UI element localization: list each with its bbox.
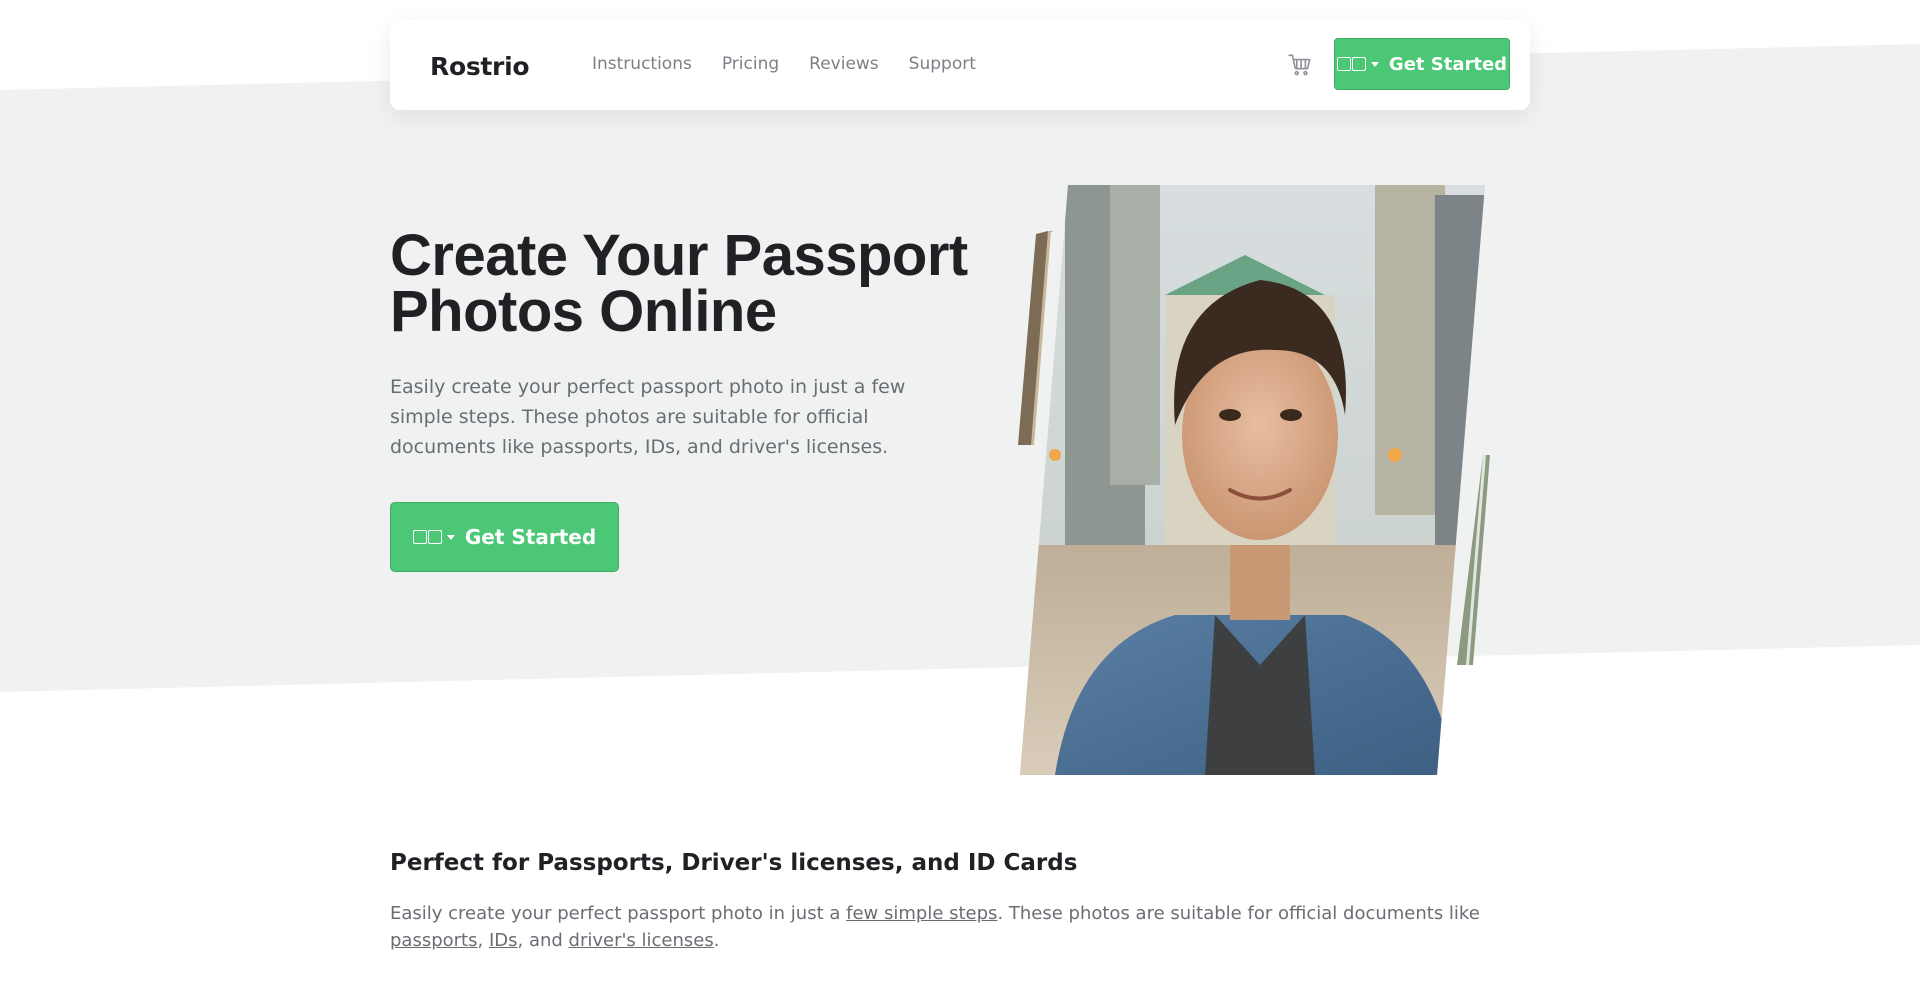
section-text-part: . These photos are suitable for official…	[997, 903, 1480, 924]
top-navbar: Rostrio Instructions Pricing Reviews Sup…	[390, 20, 1530, 110]
hero-subtitle: Easily create your perfect passport phot…	[390, 376, 906, 458]
ids-link[interactable]: IDs	[489, 930, 518, 951]
brand-logo[interactable]: Rostrio	[430, 52, 530, 81]
nav-link-pricing[interactable]: Pricing	[722, 54, 779, 74]
language-flag-icon[interactable]	[1336, 57, 1379, 71]
passports-link[interactable]: passports	[390, 930, 478, 951]
hero-background	[0, 44, 1920, 692]
section-text-part: Easily create your perfect passport phot…	[390, 903, 847, 924]
section-title: Perfect for Passports, Driver's licenses…	[390, 850, 1078, 876]
section-text-part: , and	[517, 930, 569, 951]
drivers-licenses-link[interactable]: driver's licenses	[569, 930, 714, 951]
hero-title: Create Your Passport Photos Online	[390, 223, 968, 344]
nav-link-reviews[interactable]: Reviews	[809, 54, 879, 74]
shopping-cart-icon	[1288, 54, 1311, 76]
section-text-part: .	[713, 930, 720, 951]
section-text: Easily create your perfect passport phot…	[390, 900, 1530, 954]
hero-get-started-label: Get Started	[464, 525, 597, 549]
nav-get-started-label: Get Started	[1388, 53, 1508, 75]
hero-get-started-button[interactable]: Get Started	[390, 502, 619, 572]
language-flag-icon[interactable]	[412, 530, 455, 544]
nav-links: Instructions Pricing Reviews Support	[592, 54, 976, 74]
nav-link-support[interactable]: Support	[909, 54, 976, 74]
nav-link-instructions[interactable]: Instructions	[592, 54, 692, 74]
hero-portrait-image	[1018, 185, 1490, 775]
section-text-part: ,	[477, 930, 489, 951]
cart-button[interactable]	[1287, 52, 1313, 78]
nav-get-started-button[interactable]: Get Started	[1334, 38, 1510, 90]
few-simple-steps-link[interactable]: few simple steps	[846, 903, 997, 924]
